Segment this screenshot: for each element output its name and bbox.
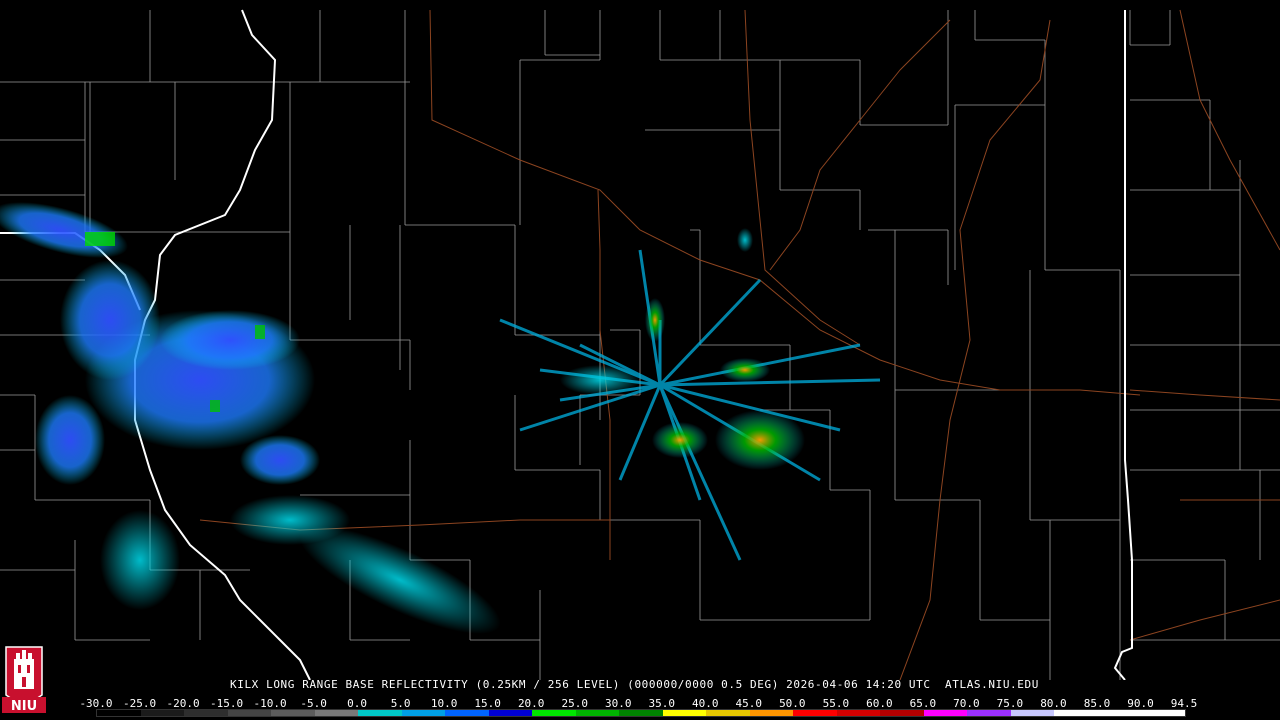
colorbar-segment	[532, 710, 576, 716]
colorbar-segment	[140, 710, 185, 716]
colorbar-segment	[749, 710, 794, 716]
colorbar-segment	[184, 710, 228, 716]
reflectivity-colorbar	[96, 709, 1186, 717]
svg-text:NIU: NIU	[11, 699, 37, 714]
colorbar-segment	[358, 710, 402, 716]
colorbar-segment	[1097, 710, 1142, 716]
colorbar-segment	[314, 710, 359, 716]
colorbar-segment	[1141, 710, 1185, 716]
colorbar-segment	[923, 710, 968, 716]
radar-site-echo-rays	[499, 249, 881, 561]
colorbar-segment	[836, 710, 881, 716]
colorbar-segment	[880, 710, 924, 716]
colorbar-segment	[619, 710, 663, 716]
colorbar-segment	[488, 710, 533, 716]
colorbar-segment	[662, 710, 707, 716]
colorbar-segment	[1010, 710, 1055, 716]
colorbar-segment	[401, 710, 446, 716]
colorbar-segment	[967, 710, 1011, 716]
reflectivity-echoes	[0, 202, 881, 634]
colorbar-segment	[793, 710, 837, 716]
radar-map	[0, 9, 1280, 680]
colorbar-tick-labels: -30.0 -25.0 -20.0 -15.0 -10.0 -5.0 0.0 5.0 10.0 1…	[79, 697, 1197, 710]
colorbar-segment	[706, 710, 750, 716]
colorbar-segment	[271, 710, 315, 716]
colorbar-segment	[575, 710, 620, 716]
niu-logo: NIU	[2, 646, 46, 714]
colorbar-segment	[97, 710, 141, 716]
colorbar-segment	[445, 710, 489, 716]
colorbar-segment	[1054, 710, 1098, 716]
product-caption: KILX LONG RANGE BASE REFLECTIVITY (0.25K…	[230, 678, 1039, 691]
colorbar-segment	[227, 710, 272, 716]
